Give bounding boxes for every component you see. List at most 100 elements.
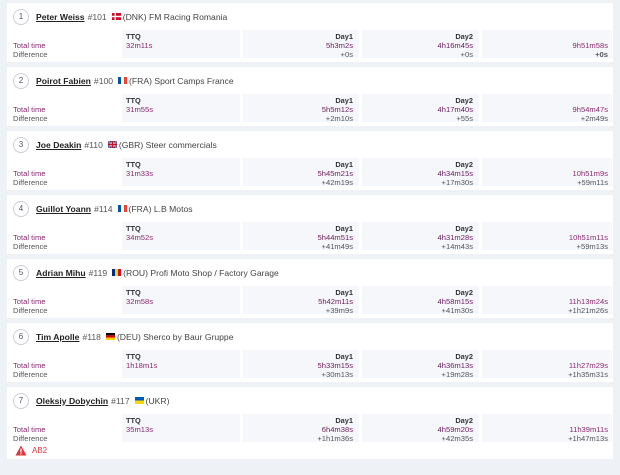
total-diff: +1h35m31s bbox=[568, 370, 608, 379]
rider-name-link[interactable]: Adrian Mihu bbox=[36, 268, 86, 278]
day2-header: Day2 bbox=[455, 224, 473, 233]
total-time: 11h39m11s bbox=[569, 425, 608, 434]
rider-header: 5 Adrian Mihu #119 (ROU) Profi Moto Shop… bbox=[7, 259, 613, 286]
ttq-cell: TTQ 32m11s bbox=[122, 30, 240, 58]
total-time-label: Total time bbox=[13, 233, 46, 242]
total-cell: 11h27m29s +1h35m31s bbox=[482, 350, 612, 379]
total-time-label: Total time bbox=[13, 297, 46, 306]
ttq-time: 32m58s bbox=[126, 297, 154, 306]
total-time-label: Total time bbox=[13, 361, 46, 370]
day1-cell: Day1 6h4m38s +1h1m36s bbox=[243, 414, 359, 443]
day1-cell: Day1 5h45m21s +42m19s bbox=[243, 158, 359, 187]
rider-header: 4 Guillot Yoann #114 (FRA) L.B Motos bbox=[7, 195, 613, 222]
day2-cell: Day2 4h17m40s +55s bbox=[362, 94, 479, 123]
total-cell: 9h51m58s +0s bbox=[482, 30, 612, 59]
rider-header: 6 Tim Apolle #118 (DEU) Sherco by Baur G… bbox=[7, 323, 613, 350]
rider-name-link[interactable]: Tim Apolle bbox=[36, 332, 79, 342]
position-badge: 2 bbox=[13, 72, 29, 89]
day1-cell: Day1 5h33m15s +30m13s bbox=[243, 350, 359, 379]
total-diff: +59m11s bbox=[577, 178, 608, 187]
total-cell: 10h51m11s +59m13s bbox=[482, 222, 612, 251]
flag-icon bbox=[117, 205, 127, 212]
day2-cell: Day2 4h34m15s +17m30s bbox=[362, 158, 479, 187]
ttq-header: TTQ bbox=[126, 96, 141, 105]
ttq-time: 32m11s bbox=[126, 41, 153, 50]
results-list: 1 Peter Weiss #101 (DNK) FM Racing Roman… bbox=[0, 0, 620, 459]
rider-name-link[interactable]: Poirot Fabien bbox=[36, 76, 91, 86]
day2-cell: Day2 4h58m15s +41m30s bbox=[362, 286, 479, 315]
team-name: (GBR) Steer commercials bbox=[118, 139, 217, 150]
rider-name-link[interactable]: Oleksiy Dobychin bbox=[36, 396, 108, 406]
difference-label: Difference bbox=[13, 370, 48, 379]
team-name: (FRA) L.B Motos bbox=[128, 203, 193, 214]
rider-name-link[interactable]: Guillot Yoann bbox=[36, 204, 91, 214]
day2-diff: +14m43s bbox=[441, 242, 473, 251]
day1-header: Day1 bbox=[335, 288, 353, 297]
day1-time: 5h5m12s bbox=[321, 105, 353, 114]
day2-time: 4h17m40s bbox=[437, 105, 473, 114]
total-time: 11h27m29s bbox=[568, 361, 608, 370]
day2-cell: Day2 4h59m20s +42m35s bbox=[362, 414, 479, 443]
result-card: 7 Oleksiy Dobychin #117 (UKR) Total time… bbox=[7, 387, 613, 459]
result-card: 5 Adrian Mihu #119 (ROU) Profi Moto Shop… bbox=[7, 259, 613, 318]
total-time-label: Total time bbox=[13, 169, 46, 178]
day1-diff: +2m10s bbox=[325, 114, 353, 123]
day1-header: Day1 bbox=[335, 32, 353, 41]
position-badge: 5 bbox=[13, 264, 29, 281]
result-card: 4 Guillot Yoann #114 (FRA) L.B Motos Tot… bbox=[7, 195, 613, 254]
warning: AB2 bbox=[15, 445, 47, 456]
total-time-label: Total time bbox=[13, 425, 46, 434]
difference-label: Difference bbox=[13, 242, 48, 251]
flag-icon bbox=[112, 269, 122, 276]
day2-time: 4h31m28s bbox=[437, 233, 473, 242]
day2-time: 4h58m15s bbox=[437, 297, 473, 306]
day2-diff: +55s bbox=[456, 114, 473, 123]
day1-diff: +39m9s bbox=[325, 306, 353, 315]
position-badge: 3 bbox=[13, 136, 29, 153]
day2-time: 4h59m20s bbox=[437, 425, 473, 434]
day1-header: Day1 bbox=[335, 96, 353, 105]
ttq-cell: TTQ 35m13s bbox=[122, 414, 240, 442]
day2-diff: +17m30s bbox=[441, 178, 473, 187]
difference-label: Difference bbox=[13, 306, 48, 315]
day2-header: Day2 bbox=[455, 416, 473, 425]
result-card: 1 Peter Weiss #101 (DNK) FM Racing Roman… bbox=[7, 3, 613, 62]
day2-time: 4h36m13s bbox=[437, 361, 473, 370]
flag-icon bbox=[134, 397, 144, 404]
day2-header: Day2 bbox=[455, 96, 473, 105]
day1-cell: Day1 5h5m12s +2m10s bbox=[243, 94, 359, 123]
team-name: (UKR) bbox=[145, 395, 170, 406]
day2-cell: Day2 4h31m28s +14m43s bbox=[362, 222, 479, 251]
day2-cell: Day2 4h16m45s +0s bbox=[362, 30, 479, 59]
day1-diff: +41m49s bbox=[321, 242, 353, 251]
result-card: 3 Joe Deakin #110 (GBR) Steer commercial… bbox=[7, 131, 613, 190]
position-badge: 1 bbox=[13, 8, 29, 25]
ttq-time: 35m13s bbox=[126, 425, 154, 434]
day2-header: Day2 bbox=[455, 160, 473, 169]
flag-icon bbox=[107, 141, 117, 148]
ttq-header: TTQ bbox=[126, 32, 141, 41]
times-grid: Total time Difference TTQ 34m52s Day1 5h… bbox=[7, 222, 613, 251]
day1-cell: Day1 5h42m11s +39m9s bbox=[243, 286, 359, 315]
ttq-header: TTQ bbox=[126, 288, 141, 297]
day2-time: 4h16m45s bbox=[437, 41, 473, 50]
day1-time: 5h45m21s bbox=[317, 169, 353, 178]
day1-time: 5h42m11s bbox=[318, 297, 353, 306]
day2-diff: +42m35s bbox=[441, 434, 473, 443]
rider-number: #101 bbox=[87, 11, 107, 22]
rider-header: 7 Oleksiy Dobychin #117 (UKR) bbox=[7, 387, 613, 414]
warning-text: AB2 bbox=[32, 446, 48, 455]
position-badge: 4 bbox=[13, 200, 29, 217]
day2-diff: +19m28s bbox=[441, 370, 473, 379]
flag-icon bbox=[105, 333, 115, 340]
day1-time: 5h44m51s bbox=[317, 233, 353, 242]
rider-name-link[interactable]: Peter Weiss bbox=[36, 12, 85, 22]
rider-name-link[interactable]: Joe Deakin bbox=[36, 140, 81, 150]
rider-number: #100 bbox=[93, 75, 114, 86]
day1-cell: Day1 5h3m2s +0s bbox=[243, 30, 359, 59]
total-time: 11h13m24s bbox=[568, 297, 608, 306]
rider-number: #118 bbox=[82, 331, 101, 342]
day1-diff: +1h1m36s bbox=[317, 434, 353, 443]
result-card: 2 Poirot Fabien #100 (FRA) Sport Camps F… bbox=[7, 67, 613, 126]
total-diff: +1h47m13s bbox=[568, 434, 608, 443]
